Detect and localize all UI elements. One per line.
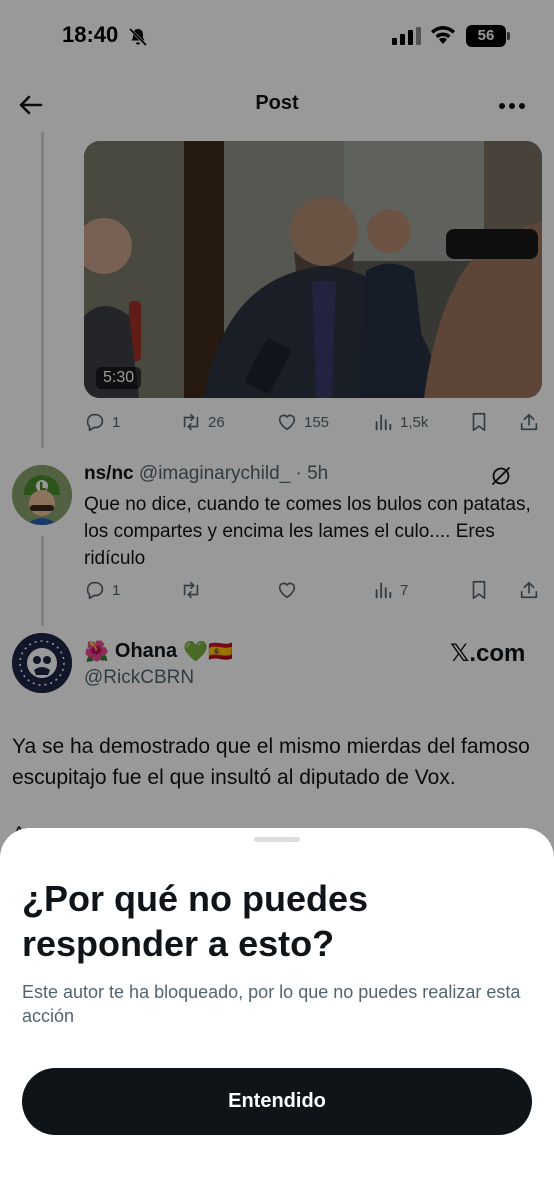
sheet-description: Este autor te ha bloqueado, por lo que n…	[22, 982, 521, 1026]
sheet-grabber[interactable]	[254, 837, 300, 842]
bottom-sheet: ¿Por qué no puedes responder a esto? Est…	[0, 828, 554, 1200]
post-screen: 18:40 56 Post 5:30 1 26 155 1,5k ns/nc @…	[0, 0, 554, 1200]
sheet-title: ¿Por qué no puedes responder a esto?	[22, 878, 369, 964]
understood-button[interactable]: Entendido	[22, 1068, 532, 1135]
